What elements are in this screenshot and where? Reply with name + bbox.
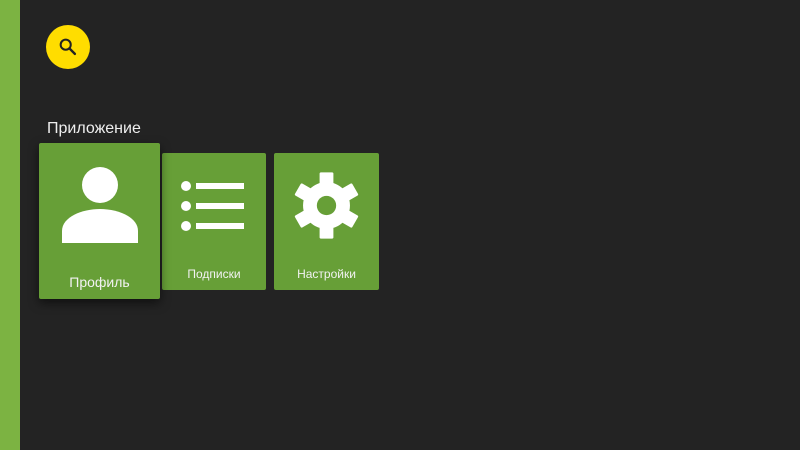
tile-label: Настройки bbox=[297, 267, 356, 281]
side-rail bbox=[0, 0, 20, 450]
app-screen: Приложение Профиль Подписки Настройки bbox=[0, 0, 800, 450]
person-icon bbox=[62, 167, 138, 243]
gear-icon bbox=[294, 172, 359, 239]
tile-subscriptions[interactable]: Подписки bbox=[162, 153, 266, 290]
tile-settings[interactable]: Настройки bbox=[274, 153, 379, 290]
tile-label: Профиль bbox=[69, 274, 130, 290]
list-icon bbox=[181, 181, 244, 231]
search-icon bbox=[59, 38, 77, 56]
tile-profile[interactable]: Профиль bbox=[39, 143, 160, 299]
section-title: Приложение bbox=[47, 120, 141, 137]
tile-label: Подписки bbox=[187, 267, 241, 281]
search-button[interactable] bbox=[46, 25, 90, 69]
